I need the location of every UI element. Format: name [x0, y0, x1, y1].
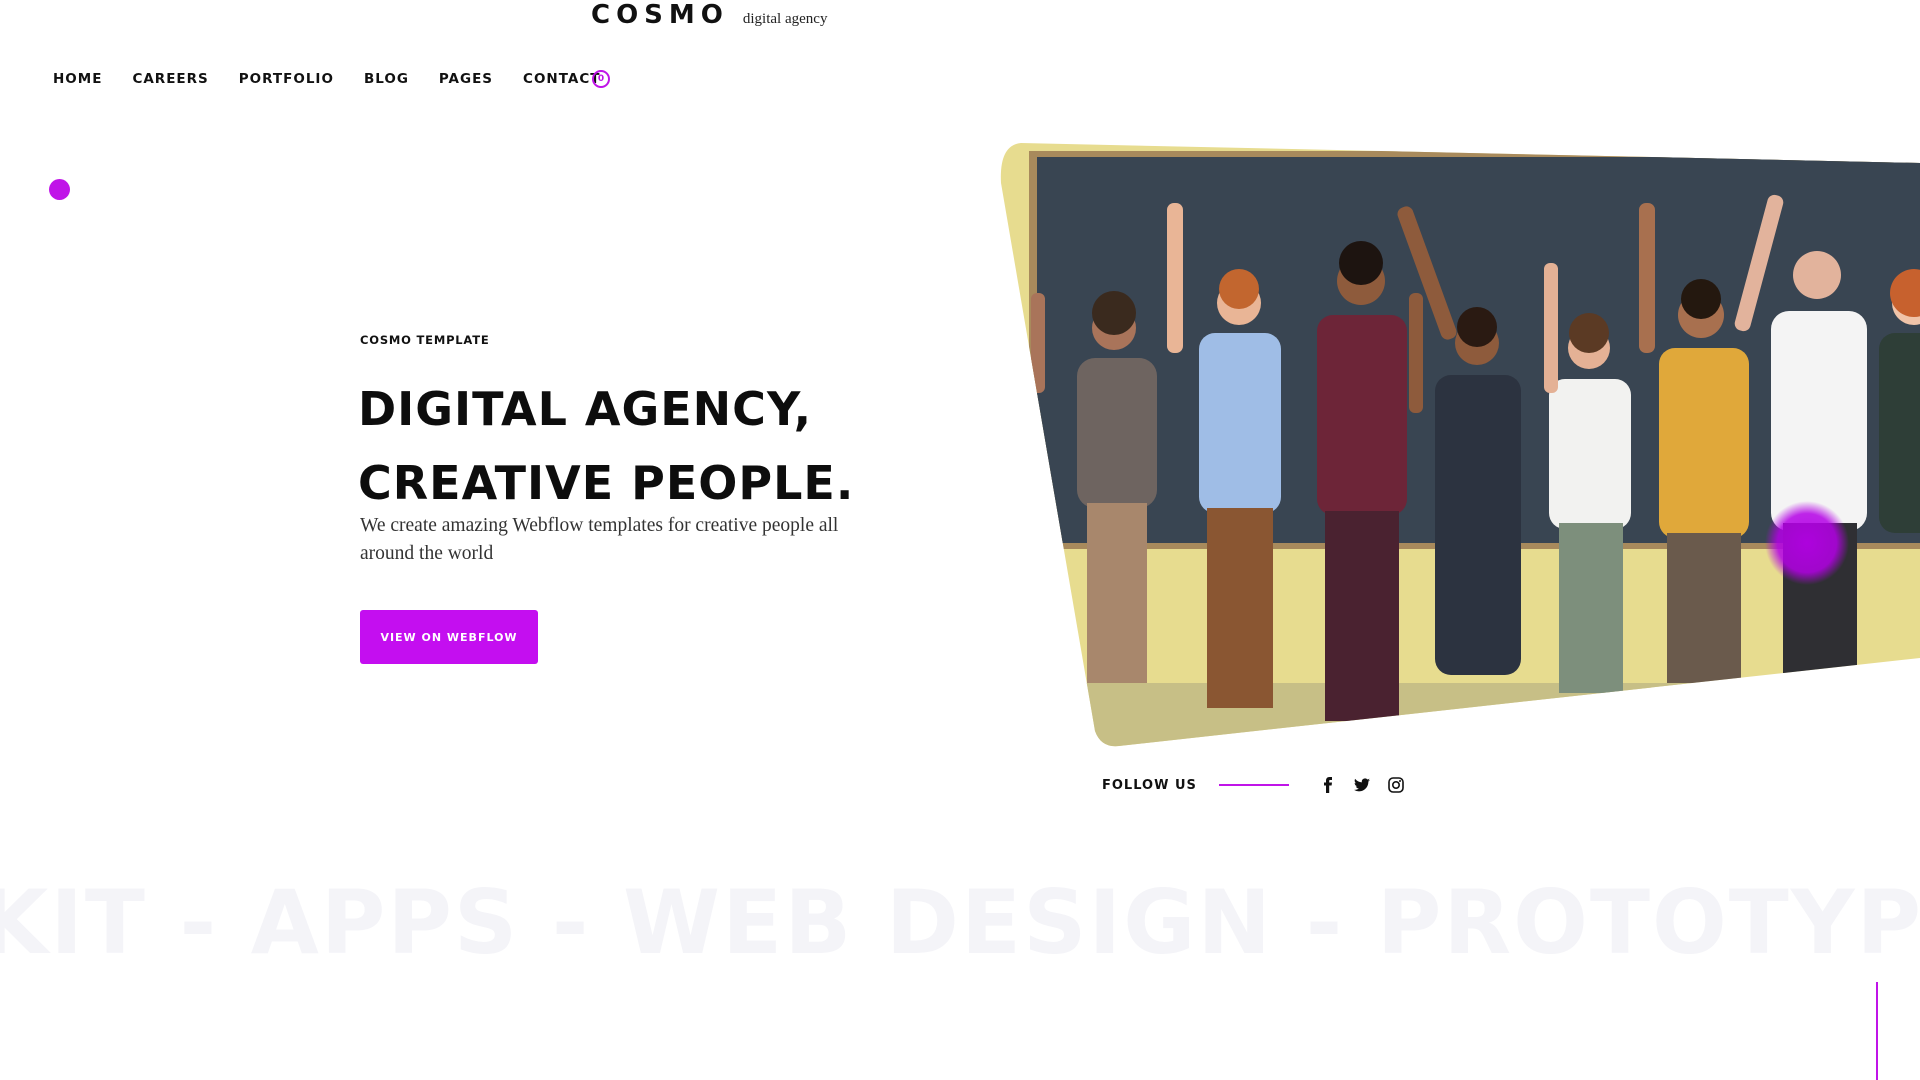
- follow-us-label: FOLLOW US: [1102, 777, 1197, 793]
- nav-item-home[interactable]: HOME: [53, 71, 102, 87]
- hero-subtext: We create amazing Webflow templates for …: [360, 515, 839, 564]
- facebook-icon[interactable]: [1319, 776, 1337, 794]
- hero-headline-line-1: DIGITAL AGENCY,: [358, 382, 813, 436]
- hero-eyebrow: COSMO TEMPLATE: [360, 333, 490, 347]
- nav-item-pages[interactable]: PAGES: [439, 71, 493, 87]
- nav-item-contact[interactable]: CONTACT: [523, 71, 600, 87]
- logo-wordmark: COSMO: [591, 0, 729, 30]
- cart-count-badge[interactable]: 0: [592, 70, 610, 88]
- twitter-icon[interactable]: [1353, 776, 1371, 794]
- services-marquee: KIT - APPS - WEB DESIGN - PROTOTYPING: [0, 873, 1920, 973]
- nav-item-careers[interactable]: CAREERS: [132, 71, 208, 87]
- instagram-icon[interactable]: [1387, 776, 1405, 794]
- site-logo[interactable]: COSMO digital agency: [591, 0, 827, 34]
- view-on-webflow-button[interactable]: VIEW ON WEBFLOW: [360, 610, 538, 664]
- main-nav: HOME CAREERS PORTFOLIO BLOG PAGES CONTAC…: [53, 67, 630, 91]
- scroll-indicator-line: [1876, 982, 1878, 1080]
- follow-us-divider: [1218, 784, 1289, 786]
- follow-us: FOLLOW US: [1102, 774, 1421, 796]
- nav-item-blog[interactable]: BLOG: [364, 71, 409, 87]
- logo-tagline: digital agency: [742, 11, 828, 27]
- nav-item-portfolio[interactable]: PORTFOLIO: [239, 71, 334, 87]
- hero-headline: DIGITAL AGENCY, CREATIVE PEOPLE.: [358, 372, 854, 520]
- decorative-dot: [49, 179, 70, 200]
- hero-photo: [1000, 143, 1920, 747]
- hero-headline-line-2: CREATIVE PEOPLE.: [358, 456, 855, 510]
